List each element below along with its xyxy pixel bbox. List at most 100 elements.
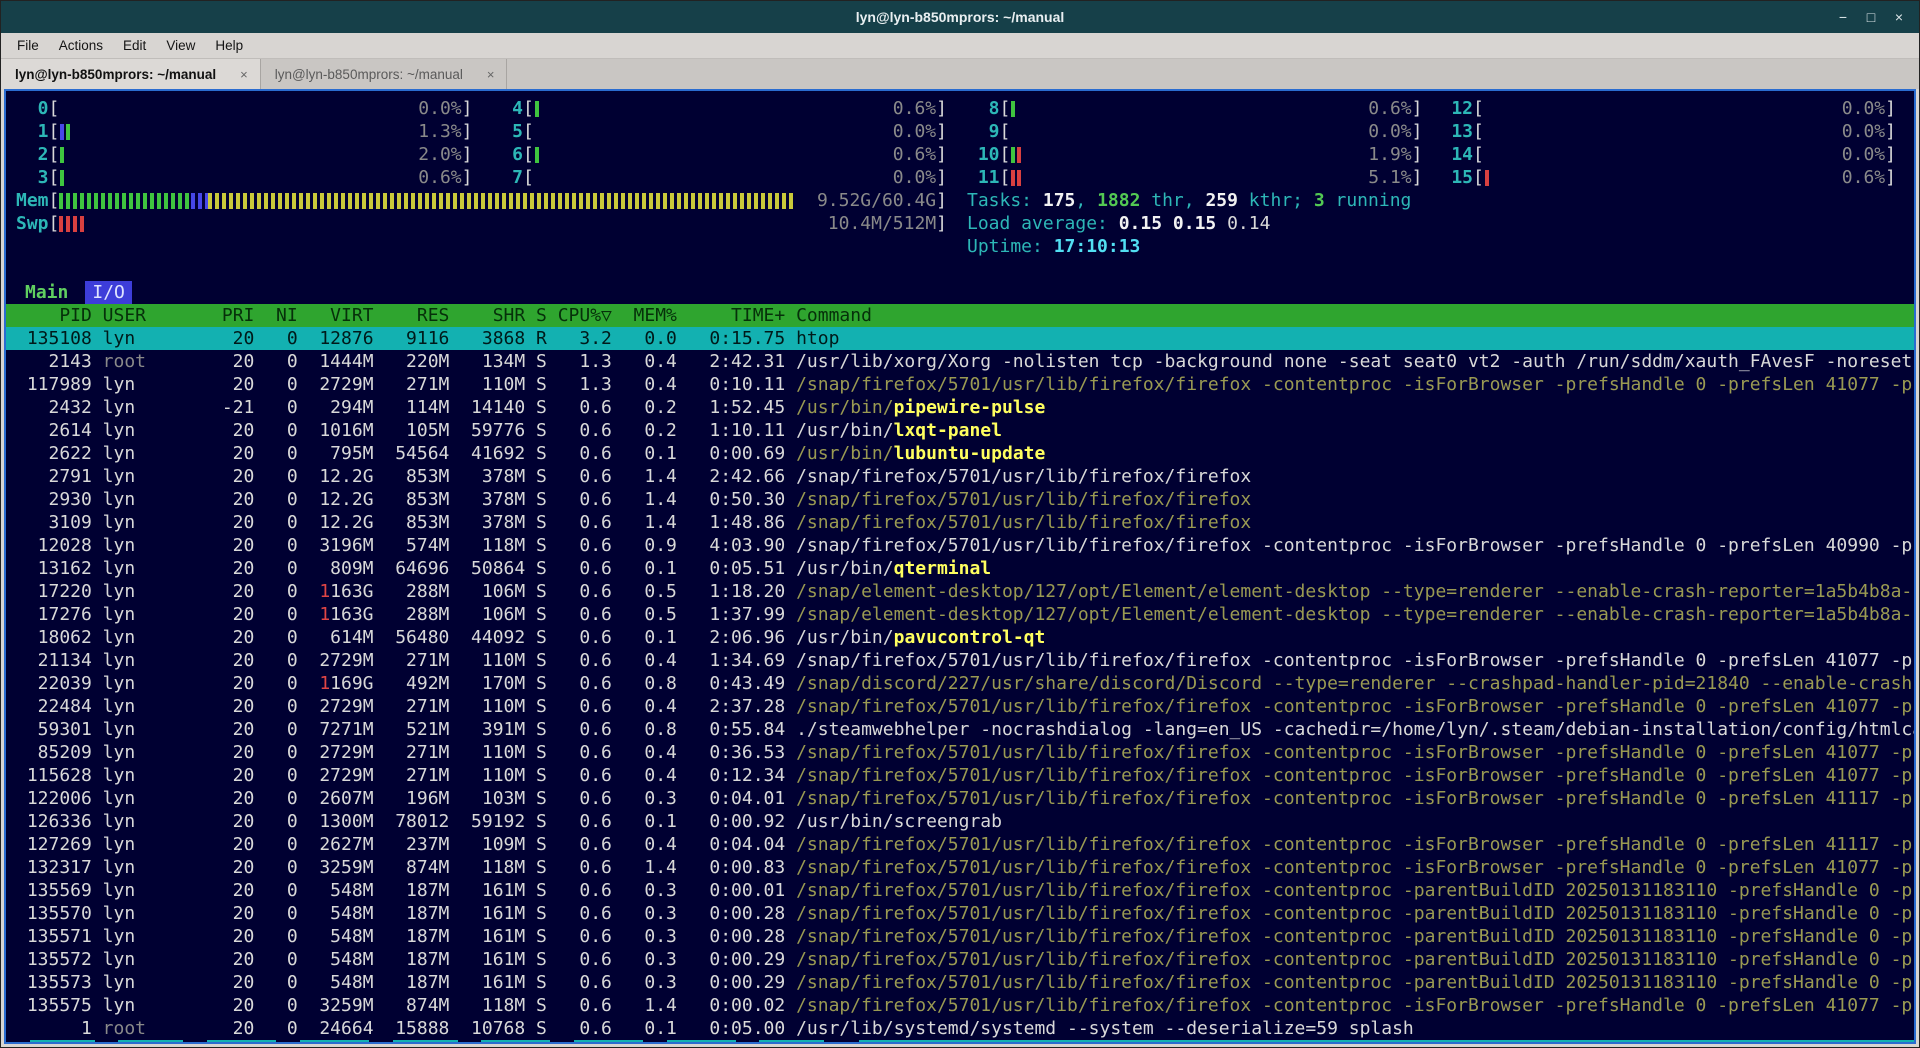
process-command: /snap/firefox/5701/usr/lib/firefox/firef… [796,971,1914,994]
fkey-search[interactable]: F3Search [183,1040,276,1044]
title-bar[interactable]: lyn@lyn-b850mprors: ~/manual − □ × [1,1,1919,33]
process-row[interactable]: 1root200246641588810768S0.60.10:05.00/us… [6,1017,1914,1040]
process-row[interactable]: 117989lyn2002729M271M110MS1.30.40:10.11/… [6,373,1914,396]
cpu-meter-7: 7[0.0%] [491,166,966,189]
fkey-kill[interactable]: F9Kill [736,1040,825,1044]
cpu-usage-tick [535,101,539,117]
process-row[interactable]: 13162lyn200809M6469650864S0.60.10:05.51/… [6,557,1914,580]
process-row[interactable]: 2143root2001444M220M134MS1.30.42:42.31/u… [6,350,1914,373]
meter-segment [59,216,85,232]
process-row[interactable]: 127269lyn2002627M237M109MS0.60.40:04.04/… [6,833,1914,856]
column-header-cpu[interactable]: CPU%▽ [558,304,612,327]
process-row[interactable]: 22484lyn2002729M271M110MS0.60.42:37.28/s… [6,695,1914,718]
column-header-mem[interactable]: MEM% [623,304,677,327]
cpu-usage-tick [1017,147,1021,163]
screen-tab-main[interactable]: Main [18,281,75,304]
htop-meters: 0[0.0%]4[0.6%]1[1.3%]5[0.0%]2[2.0%]6[0.6… [6,91,1914,258]
meter-segment [59,193,191,209]
process-row[interactable]: 122006lyn2002607M196M103MS0.60.30:04.01/… [6,787,1914,810]
column-header-s[interactable]: S [536,304,547,327]
menu-item-actions[interactable]: Actions [49,35,113,56]
column-header-virt[interactable]: VIRT [309,304,374,327]
process-row[interactable]: 85209lyn2002729M271M110MS0.60.40:36.53/s… [6,741,1914,764]
cpu-meter-5: 5[0.0%] [491,120,966,143]
column-header-pri[interactable]: PRI [222,304,255,327]
cpu-meter-2: 2[2.0%] [16,143,491,166]
process-row[interactable]: 135569lyn200548M187M161MS0.60.30:00.01/s… [6,879,1914,902]
cpu-usage-tick [1011,101,1015,117]
process-row[interactable]: 21134lyn2002729M271M110MS0.60.41:34.69/s… [6,649,1914,672]
column-header-pid[interactable]: PID [16,304,92,327]
column-header-shr[interactable]: SHR [460,304,525,327]
fkey-setup[interactable]: F2Setup [95,1040,184,1044]
fkey-help[interactable]: F1Help [6,1040,95,1044]
menu-item-edit[interactable]: Edit [113,35,156,56]
process-row[interactable]: 2614lyn2001016M105M59776S0.60.21:10.11/u… [6,419,1914,442]
process-row[interactable]: 135108lyn2001287691163868R3.20.00:15.75h… [6,327,1914,350]
process-row[interactable]: 59301lyn2007271M521M391MS0.60.80:55.84./… [6,718,1914,741]
process-command: /snap/firefox/5701/usr/lib/firefox/firef… [796,465,1914,488]
process-command: /snap/firefox/5701/usr/lib/firefox/firef… [796,764,1914,787]
process-command: /usr/bin/lubuntu-update [796,442,1914,465]
cpu-usage-tick [1011,170,1015,186]
cpu-usage-tick [60,170,64,186]
fkey-tree[interactable]: F5Tree [369,1040,458,1044]
fkey-quit[interactable]: F10Quit [824,1040,924,1044]
meters-left-half: 0[0.0%]4[0.6%]1[1.3%]5[0.0%]2[2.0%]6[0.6… [16,97,965,258]
process-row[interactable]: 2930lyn20012.2G853M378MS0.61.40:50.30/sn… [6,488,1914,511]
process-row[interactable]: 2432lyn-210294M114M14140S0.60.21:52.45/u… [6,396,1914,419]
cpu-usage-tick [1017,170,1021,186]
process-row[interactable]: 18062lyn200614M5648044092S0.60.12:06.96/… [6,626,1914,649]
column-header-cmd[interactable]: Command [796,304,1914,327]
memory-meter: Mem[9.52G/60.4G] [16,189,965,212]
process-row[interactable]: 132317lyn2003259M874M118MS0.61.40:00.83/… [6,856,1914,879]
process-row[interactable]: 3109lyn20012.2G853M378MS0.61.41:48.86/sn… [6,511,1914,534]
load-average-line: Load average: 0.15 0.15 0.14 [967,212,1914,235]
process-command: /usr/bin/pipewire-pulse [796,396,1914,419]
qterminal-window: lyn@lyn-b850mprors: ~/manual − □ × FileA… [0,0,1920,1048]
column-header-time[interactable]: TIME+ [688,304,786,327]
process-row[interactable]: 2622lyn200795M5456441692S0.60.10:00.69/u… [6,442,1914,465]
menu-item-view[interactable]: View [156,35,205,56]
cpu-meter-14: 14[0.0%] [1441,143,1915,166]
column-header-res[interactable]: RES [384,304,449,327]
fkey-nice[interactable]: F8Nice + [643,1040,736,1044]
process-row[interactable]: 135571lyn200548M187M161MS0.60.30:00.28/s… [6,925,1914,948]
menu-item-file[interactable]: File [7,35,49,56]
process-row[interactable]: 12028lyn2003196M574M118MS0.60.94:03.90/s… [6,534,1914,557]
fkey-sortby[interactable]: F6SortBy [458,1040,551,1044]
process-command: /snap/firefox/5701/usr/lib/firefox/firef… [796,695,1914,718]
terminal[interactable]: 0[0.0%]4[0.6%]1[1.3%]5[0.0%]2[2.0%]6[0.6… [4,89,1916,1044]
process-row[interactable]: 135573lyn200548M187M161MS0.60.30:00.29/s… [6,971,1914,994]
menu-bar: FileActionsEditViewHelp [1,33,1919,59]
tab-close-icon[interactable]: × [240,67,248,82]
column-header-ni[interactable]: NI [265,304,298,327]
process-row[interactable]: 2791lyn20012.2G853M378MS0.61.42:42.66/sn… [6,465,1914,488]
process-row[interactable]: 17220lyn2001163G288M106MS0.60.51:18.20/s… [6,580,1914,603]
fkey-nice[interactable]: F7Nice - [550,1040,643,1044]
minimize-icon[interactable]: − [1831,5,1855,29]
terminal-tab[interactable]: lyn@lyn-b850mprors: ~/manual× [261,59,508,89]
terminal-tab[interactable]: lyn@lyn-b850mprors: ~/manual× [1,59,261,89]
process-row[interactable]: 135570lyn200548M187M161MS0.60.30:00.28/s… [6,902,1914,925]
process-command: /snap/firefox/5701/usr/lib/firefox/firef… [796,856,1914,879]
screen-tab-io[interactable]: I/O [85,281,132,304]
process-row[interactable]: 135572lyn200548M187M161MS0.60.30:00.29/s… [6,948,1914,971]
tab-close-icon[interactable]: × [487,67,495,82]
menu-item-help[interactable]: Help [205,35,253,56]
process-command: /snap/element-desktop/127/opt/Element/el… [796,603,1914,626]
process-command: /snap/firefox/5701/usr/lib/firefox/firef… [796,511,1914,534]
maximize-icon[interactable]: □ [1859,5,1883,29]
process-rows: 135108lyn2001287691163868R3.20.00:15.75h… [6,327,1914,1040]
fkey-filter[interactable]: F4Filter [276,1040,369,1044]
close-icon[interactable]: × [1887,5,1911,29]
process-row[interactable]: 17276lyn2001163G288M106MS0.60.51:37.99/s… [6,603,1914,626]
column-header-user[interactable]: USER [103,304,211,327]
window-controls: − □ × [1831,5,1919,29]
process-row[interactable]: 126336lyn2001300M7801259192S0.60.10:00.9… [6,810,1914,833]
process-row[interactable]: 135575lyn2003259M874M118MS0.61.40:00.02/… [6,994,1914,1017]
cpu-meter-6: 6[0.6%] [491,143,966,166]
process-command: /usr/bin/qterminal [796,557,1914,580]
process-row[interactable]: 115628lyn2002729M271M110MS0.60.40:12.34/… [6,764,1914,787]
process-row[interactable]: 22039lyn2001169G492M170MS0.60.80:43.49/s… [6,672,1914,695]
